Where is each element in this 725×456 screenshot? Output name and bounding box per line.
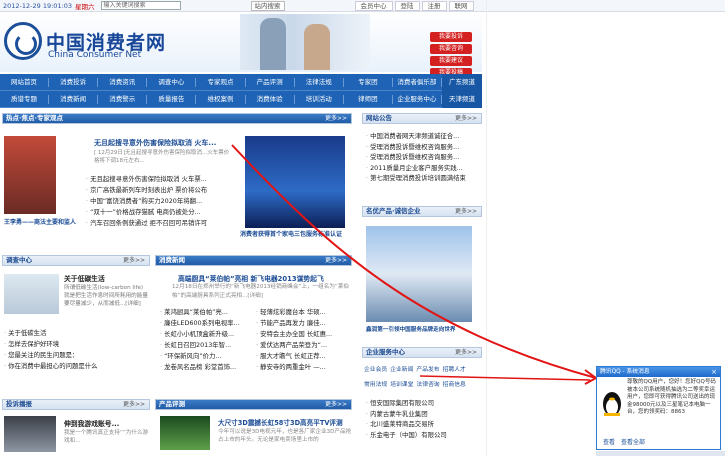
qq-system-message-popup[interactable]: 腾讯QQ - 系统消息 × 尊敬的QQ用户，您好！您好QQ号码被本公司系统随机抽… [596,366,721,450]
popup-view-all-button[interactable]: 查看全部 [621,437,645,446]
popup-message-text: 尊敬的QQ用户，您好！您好QQ号码被本公司系统随机抽选为二等奖幸运用户，您即可获… [627,379,716,416]
qq-penguin-icon [603,392,621,416]
popup-title-bar[interactable]: 腾讯QQ - 系统消息 × [597,367,720,377]
popup-view-button[interactable]: 查看 [603,437,615,446]
status-bar [596,451,725,456]
close-icon[interactable]: × [711,367,717,377]
